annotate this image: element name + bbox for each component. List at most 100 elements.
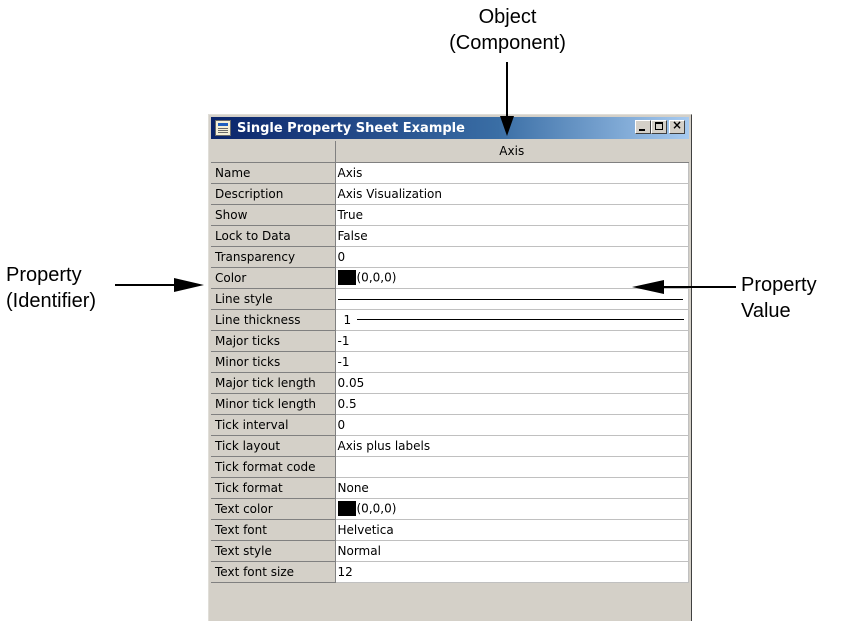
property-name[interactable]: Transparency <box>211 245 336 268</box>
property-value[interactable]: Axis Visualization <box>334 182 689 205</box>
property-value[interactable]: False <box>334 224 689 247</box>
property-row[interactable]: Color (0,0,0) <box>211 266 689 289</box>
property-value[interactable]: Normal <box>334 539 689 562</box>
callout-line: Object <box>478 6 537 28</box>
color-value-text: (0,0,0) <box>356 270 397 285</box>
property-value[interactable]: -1 <box>334 329 689 352</box>
minimize-icon <box>639 129 645 131</box>
line-thickness-display: 1 <box>338 313 688 327</box>
property-value[interactable] <box>334 455 689 478</box>
property-name[interactable]: Lock to Data <box>211 224 336 247</box>
property-name[interactable]: Color <box>211 266 336 289</box>
property-value-text: False <box>337 228 368 243</box>
property-value-text: 0.5 <box>337 396 357 411</box>
property-row[interactable]: Major ticks -1 <box>211 329 689 352</box>
app-icon[interactable] <box>215 120 231 136</box>
color-swatch <box>337 501 356 516</box>
property-value-text: 0 <box>337 249 346 264</box>
color-swatch <box>337 270 356 285</box>
property-value[interactable]: -1 <box>334 350 689 373</box>
property-sheet-window: Single Property Sheet Example × Axis Nam… <box>208 114 692 621</box>
property-row[interactable]: Tick layout Axis plus labels <box>211 434 689 457</box>
property-value[interactable]: 0 <box>334 413 689 436</box>
property-value[interactable]: True <box>334 203 689 226</box>
property-value-text: 0.05 <box>337 375 365 390</box>
property-name[interactable]: Tick format code <box>211 455 336 478</box>
property-value-text: Axis plus labels <box>337 438 431 453</box>
property-name[interactable]: Text font <box>211 518 336 541</box>
line-thickness-text: 1 <box>343 312 352 327</box>
property-row[interactable]: Major tick length 0.05 <box>211 371 689 394</box>
property-identifier-callout: Property (Identifier) <box>6 262 96 314</box>
property-rows: Name Axis Description Axis Visualization Sho… <box>211 161 689 583</box>
property-name[interactable]: Line style <box>211 287 336 310</box>
property-name[interactable]: Text font size <box>211 560 336 583</box>
property-name[interactable]: Major tick length <box>211 371 336 394</box>
window-title: Single Property Sheet Example <box>237 120 465 136</box>
minimize-button[interactable] <box>635 120 651 134</box>
callout-line: (Component) <box>449 32 566 54</box>
property-name[interactable]: Show <box>211 203 336 226</box>
property-row[interactable]: Transparency 0 <box>211 245 689 268</box>
property-name[interactable]: Text style <box>211 539 336 562</box>
line-style-sample <box>337 298 683 300</box>
property-row[interactable]: Text style Normal <box>211 539 689 562</box>
property-value[interactable]: 0 <box>334 245 689 268</box>
property-row[interactable]: Tick interval 0 <box>211 413 689 436</box>
property-row[interactable]: Minor tick length 0.5 <box>211 392 689 415</box>
maximize-icon <box>655 122 663 130</box>
object-component-callout: Object (Component) <box>420 4 595 56</box>
property-value[interactable]: (0,0,0) <box>334 497 689 520</box>
property-name[interactable]: Name <box>211 161 336 184</box>
property-row[interactable]: Name Axis <box>211 161 689 184</box>
maximize-button[interactable] <box>651 120 667 134</box>
property-value[interactable]: Axis plus labels <box>334 434 689 457</box>
line-thickness-sample <box>357 319 684 320</box>
property-row[interactable]: Show True <box>211 203 689 226</box>
property-arrow <box>115 278 204 292</box>
property-row[interactable]: Minor ticks -1 <box>211 350 689 373</box>
property-row[interactable]: Line thickness 1 <box>211 308 689 331</box>
callout-line: (Identifier) <box>6 290 97 312</box>
property-row[interactable]: Tick format code <box>211 455 689 478</box>
property-value[interactable]: Axis <box>334 161 689 184</box>
property-value[interactable]: 0.05 <box>334 371 689 394</box>
property-name[interactable]: Tick format <box>211 476 336 499</box>
property-row[interactable]: Text font Helvetica <box>211 518 689 541</box>
property-value-text: 0 <box>337 417 346 432</box>
property-name[interactable]: Tick layout <box>211 434 336 457</box>
property-value[interactable]: 12 <box>334 560 689 583</box>
property-row[interactable]: Text font size 12 <box>211 560 689 583</box>
header-corner <box>211 141 336 163</box>
object-column-header[interactable]: Axis <box>334 141 688 163</box>
property-name[interactable]: Description <box>211 182 336 205</box>
property-name[interactable]: Major ticks <box>211 329 336 352</box>
property-value-text: Axis Visualization <box>337 186 443 201</box>
property-value[interactable] <box>334 287 689 310</box>
property-row[interactable]: Text color (0,0,0) <box>211 497 689 520</box>
property-row[interactable]: Line style <box>211 287 689 310</box>
close-button[interactable]: × <box>669 118 685 134</box>
window-controls: × <box>635 118 685 134</box>
property-value-text: Helvetica <box>337 522 394 537</box>
property-row[interactable]: Lock to Data False <box>211 224 689 247</box>
property-name[interactable]: Tick interval <box>211 413 336 436</box>
property-value[interactable]: Helvetica <box>334 518 689 541</box>
property-row[interactable]: Tick format None <box>211 476 689 499</box>
property-value[interactable]: None <box>334 476 689 499</box>
property-value-text: Normal <box>337 543 381 558</box>
close-icon: × <box>671 118 683 132</box>
property-value[interactable]: (0,0,0) <box>334 266 689 289</box>
property-value[interactable]: 0.5 <box>334 392 689 415</box>
property-value-text: -1 <box>337 333 350 348</box>
callout-line: Value <box>741 300 791 322</box>
property-name[interactable]: Minor ticks <box>211 350 336 373</box>
grid-header-row: Axis <box>211 141 688 163</box>
title-bar[interactable]: Single Property Sheet Example × <box>211 117 689 139</box>
property-name[interactable]: Text color <box>211 497 336 520</box>
property-row[interactable]: Description Axis Visualization <box>211 182 689 205</box>
property-value[interactable]: 1 <box>334 308 689 331</box>
property-arrowhead <box>174 278 204 292</box>
property-name[interactable]: Line thickness <box>211 308 336 331</box>
property-name[interactable]: Minor tick length <box>211 392 336 415</box>
